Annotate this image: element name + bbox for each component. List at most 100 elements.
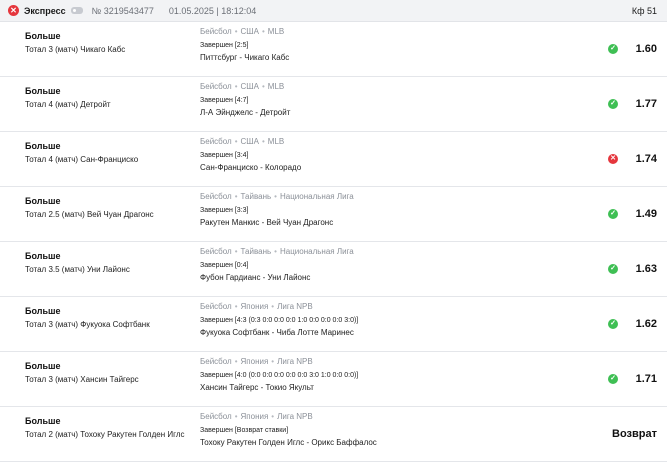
sport-label: Бейсбол xyxy=(200,357,232,366)
country-label: Япония xyxy=(240,412,269,421)
odds-value: 1.49 xyxy=(635,208,657,220)
bet-type-title: Экспресс xyxy=(24,5,66,16)
separator-dot: • xyxy=(271,302,275,311)
bet-row: Больше Тотал 3 (матч) Фукуока Софтбанк Б… xyxy=(0,297,667,352)
return-label: Возврат xyxy=(612,428,657,440)
bet-direction: Больше xyxy=(25,141,61,151)
event-teams[interactable]: Хансин Тайгерс - Токио Якульт xyxy=(200,383,590,393)
sport-label: Бейсбол xyxy=(200,412,232,421)
separator-dot: • xyxy=(234,27,238,36)
bet-market: Тотал 4 (матч) Сан-Франциско xyxy=(25,155,139,164)
league-label: Лига NPB xyxy=(277,412,313,421)
event-teams[interactable]: Л-А Эйнджелс - Детройт xyxy=(200,108,590,118)
country-label: Япония xyxy=(240,357,269,366)
bet-market: Тотал 3 (матч) Хансин Тайгерс xyxy=(25,375,139,384)
separator-dot: • xyxy=(274,247,277,256)
bet-row: Больше Тотал 2.5 (матч) Вей Чуан Драгонс… xyxy=(0,187,667,242)
separator-dot: • xyxy=(271,412,275,421)
separator-dot: • xyxy=(271,357,275,366)
check-icon: ✓ xyxy=(608,99,618,109)
event-status: Завершен [Возврат ставки] xyxy=(200,427,289,434)
event-status: Завершен [4:3 (0:3 0:0 0:0 0:0 1:0 0:0 0… xyxy=(200,317,359,324)
bet-result: ✓ 1.63 xyxy=(608,242,657,296)
sport-label: Бейсбол xyxy=(200,82,232,91)
country-label: США xyxy=(240,27,259,36)
event-teams[interactable]: Фукуока Софтбанк - Чиба Лотте Маринес xyxy=(200,328,590,338)
event-status: Завершен [0:4] xyxy=(200,262,249,269)
bet-row: Больше Тотал 3 (матч) Чикаго Кабс Бейсбо… xyxy=(0,22,667,77)
event-status: Завершен [3:3] xyxy=(200,207,249,214)
country-label: Япония xyxy=(240,302,269,311)
league-label: Лига NPB xyxy=(277,302,313,311)
check-icon: ✓ xyxy=(608,209,618,219)
bet-direction: Больше xyxy=(25,361,61,371)
bet-market: Тотал 2 (матч) Тохоку Ракутен Голден Игл… xyxy=(25,430,185,439)
separator-dot: • xyxy=(234,412,238,421)
odds-value: 1.77 xyxy=(635,98,657,110)
bet-row: Больше Тотал 4 (матч) Детройт Бейсбол • СШ… xyxy=(0,77,667,132)
check-icon: ✓ xyxy=(608,264,618,274)
toggle-icon[interactable] xyxy=(70,7,83,14)
bet-row: Больше Тотал 4 (матч) Сан-Франциско Бейс… xyxy=(0,132,667,187)
separator-dot: • xyxy=(234,82,238,91)
cross-icon: ✕ xyxy=(608,154,618,164)
separator-dot: • xyxy=(234,302,238,311)
event-teams[interactable]: Питтсбург - Чикаго Кабс xyxy=(200,53,590,63)
separator-dot: • xyxy=(274,192,277,201)
event-meta: Бейсбол • США • MLB xyxy=(200,137,590,147)
event-teams[interactable]: Фубон Гардианс - Уни Лайонс xyxy=(200,273,590,283)
bet-market: Тотал 3.5 (матч) Уни Лайонс xyxy=(25,265,130,274)
bet-market: Тотал 3 (матч) Чикаго Кабс xyxy=(25,45,126,54)
bet-result: ✕ 1.74 xyxy=(608,132,657,186)
league-label: Национальная Лига xyxy=(279,247,354,256)
bet-result: ✓ 1.71 xyxy=(608,352,657,406)
bet-direction: Больше xyxy=(25,251,61,261)
sport-label: Бейсбол xyxy=(200,27,232,36)
event-status: Завершен [3:4] xyxy=(200,152,249,159)
league-label: MLB xyxy=(267,137,285,146)
separator-dot: • xyxy=(234,247,238,256)
sport-label: Бейсбол xyxy=(200,137,232,146)
odds-value: 1.71 xyxy=(635,373,657,385)
league-label: MLB xyxy=(267,27,285,36)
event-meta: Бейсбол • Тайвань • Национальная Лига xyxy=(200,247,590,257)
sport-label: Бейсбол xyxy=(200,302,232,311)
event-meta: Бейсбол • США • MLB xyxy=(200,82,590,92)
check-icon: ✓ xyxy=(608,319,618,329)
separator-dot: • xyxy=(234,192,238,201)
bet-market: Тотал 2.5 (матч) Вей Чуан Драгонс xyxy=(25,210,154,219)
bet-header[interactable]: ✕ Экспресс № 3219543477 01.05.2025 | 18:… xyxy=(0,0,667,22)
separator-dot: • xyxy=(261,27,265,36)
separator-dot: • xyxy=(234,137,238,146)
bet-number: № 3219543477 xyxy=(91,5,154,16)
event-teams[interactable]: Сан-Франциско - Колорадо xyxy=(200,163,590,173)
event-meta: Бейсбол • Тайвань • Национальная Лига xyxy=(200,192,590,202)
event-status: Завершен [4:7] xyxy=(200,97,249,104)
bet-row: Больше Тотал 2 (матч) Тохоку Ракутен Гол… xyxy=(0,407,667,462)
odds-value: 1.60 xyxy=(635,43,657,55)
bet-result: ✓ 1.62 xyxy=(608,297,657,351)
check-icon: ✓ xyxy=(608,374,618,384)
bet-direction: Больше xyxy=(25,196,61,206)
event-meta: Бейсбол • США • MLB xyxy=(200,27,590,37)
sport-label: Бейсбол xyxy=(200,247,232,256)
event-meta: Бейсбол • Япония • Лига NPB xyxy=(200,357,590,367)
separator-dot: • xyxy=(234,357,238,366)
odds-value: 1.74 xyxy=(635,153,657,165)
event-status: Завершен [4:0 (0:0 0:0 0:0 0:0 0:0 3:0 1… xyxy=(200,372,359,379)
bet-list: Больше Тотал 3 (матч) Чикаго Кабс Бейсбо… xyxy=(0,22,667,462)
bet-direction: Больше xyxy=(25,86,61,96)
bet-row: Больше Тотал 3.5 (матч) Уни Лайонс Бейсб… xyxy=(0,242,667,297)
bet-direction: Больше xyxy=(25,31,61,41)
event-teams[interactable]: Ракутен Манкис - Вей Чуан Драгонс xyxy=(200,218,590,228)
sport-label: Бейсбол xyxy=(200,192,232,201)
event-status: Завершен [2:5] xyxy=(200,42,249,49)
event-teams[interactable]: Тохоку Ракутен Голден Иглс - Орикс Баффа… xyxy=(200,438,590,448)
league-label: Лига NPB xyxy=(277,357,313,366)
odds-value: 1.62 xyxy=(635,318,657,330)
country-label: Тайвань xyxy=(240,247,272,256)
country-label: США xyxy=(240,82,259,91)
bet-row: Больше Тотал 3 (матч) Хансин Тайгерс Бей… xyxy=(0,352,667,407)
bet-market: Тотал 3 (матч) Фукуока Софтбанк xyxy=(25,320,150,329)
league-label: MLB xyxy=(267,82,285,91)
